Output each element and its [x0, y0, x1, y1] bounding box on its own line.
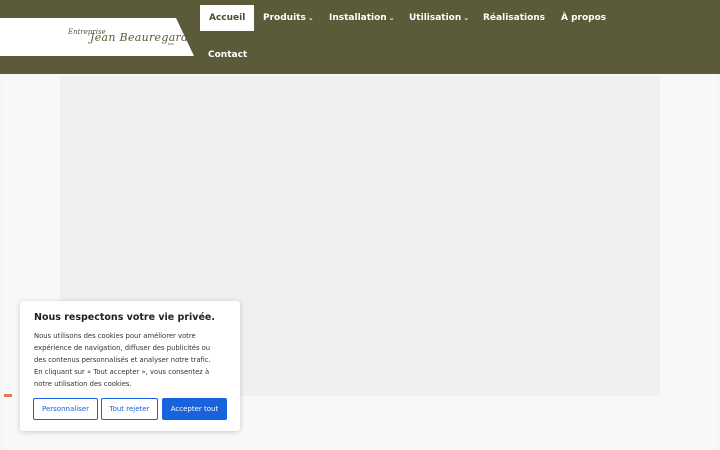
cookie-consent-banner: Nous respectons votre vie privée. Nous u… — [20, 301, 240, 431]
nav-label: Produits — [263, 13, 306, 23]
logo-suffix: inc. — [168, 41, 176, 46]
cookie-text-line: notre utilisation des cookies. — [34, 380, 132, 388]
nav-label: Utilisation — [409, 13, 462, 23]
reject-all-button[interactable]: Tout rejeter — [101, 398, 158, 420]
nav-item-contact[interactable]: Contact — [208, 42, 247, 68]
chevron-down-icon: ⌄ — [388, 14, 395, 22]
cookie-text-line: Nous utilisons des cookies pour améliore… — [34, 332, 196, 340]
nav-label: Réalisations — [483, 13, 546, 23]
nav-label: À propos — [561, 13, 607, 23]
nav-item-utilisation[interactable]: Utilisation ⌄ — [409, 5, 469, 31]
site-header: Entreprise Jean Beauregard inc. Accueil … — [0, 0, 720, 74]
nav-item-produits[interactable]: Produits ⌄ — [263, 5, 314, 31]
cookie-text-line: des contenus personnalisés et analyser n… — [34, 356, 211, 364]
nav-item-installation[interactable]: Installation ⌄ — [329, 5, 395, 31]
cookie-text-line: expérience de navigation, diffuser des p… — [34, 344, 211, 352]
cookie-title: Nous respectons votre vie privée. — [34, 312, 215, 323]
side-marker — [4, 394, 12, 397]
chevron-down-icon: ⌄ — [463, 14, 470, 22]
site-logo[interactable]: Entreprise Jean Beauregard inc. — [0, 18, 194, 56]
nav-item-accueil[interactable]: Accueil — [200, 5, 255, 31]
cookie-description: Nous utilisons des cookies pour améliore… — [34, 330, 230, 390]
accept-all-button[interactable]: Accepter tout — [162, 398, 227, 420]
nav-item-realisations[interactable]: Réalisations — [483, 5, 545, 31]
customize-button[interactable]: Personnaliser — [33, 398, 98, 420]
nav-label: Accueil — [209, 13, 246, 23]
nav-item-a-propos[interactable]: À propos — [561, 5, 606, 31]
nav-label: Installation — [329, 13, 387, 23]
chevron-down-icon: ⌄ — [307, 14, 314, 22]
cookie-text-line: En cliquant sur « Tout accepter », vous … — [34, 368, 210, 376]
nav-label: Contact — [208, 50, 248, 60]
